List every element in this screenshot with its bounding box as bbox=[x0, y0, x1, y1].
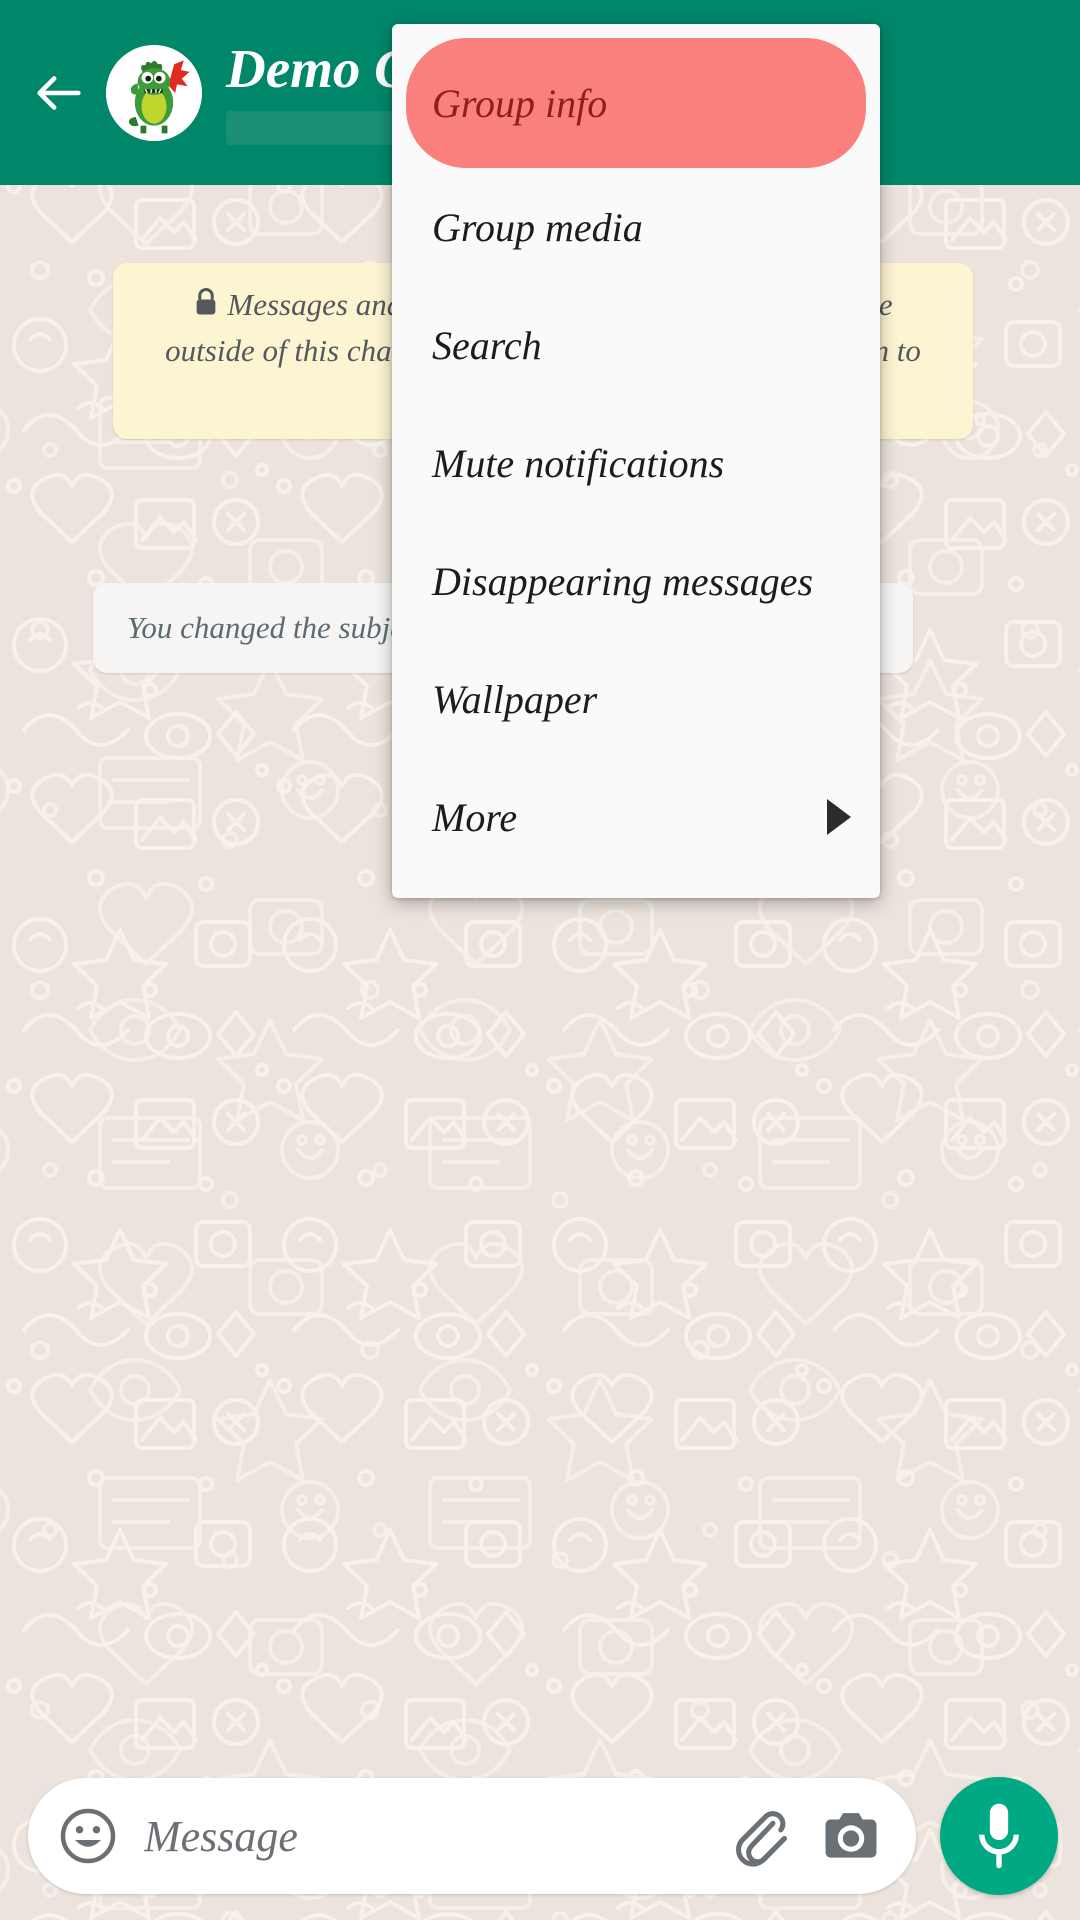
menu-item-label: Group media bbox=[432, 204, 643, 250]
menu-item-mute-notifications[interactable]: Mute notifications bbox=[392, 404, 880, 522]
menu-item-label: Mute notifications bbox=[432, 440, 725, 486]
back-button[interactable] bbox=[22, 56, 96, 130]
emoji-smiley-icon[interactable] bbox=[58, 1806, 118, 1866]
menu-item-wallpaper[interactable]: Wallpaper bbox=[392, 640, 880, 758]
voice-record-button[interactable] bbox=[940, 1777, 1058, 1895]
menu-item-disappearing-messages[interactable]: Disappearing messages bbox=[392, 522, 880, 640]
whatsapp-chat-screen: Demo Group Messages and calls are end-to… bbox=[0, 0, 1080, 1920]
menu-item-label: Disappearing messages bbox=[432, 558, 814, 604]
menu-item-label: Group info bbox=[432, 80, 608, 126]
triangle-right-icon bbox=[824, 799, 854, 835]
message-input-pill[interactable]: Message bbox=[28, 1778, 916, 1894]
menu-item-label: More bbox=[432, 794, 518, 840]
menu-item-group-info[interactable]: Group info bbox=[406, 38, 866, 168]
arrow-left-icon bbox=[37, 75, 81, 110]
search-input[interactable]: Message bbox=[144, 1811, 728, 1862]
camera-icon[interactable] bbox=[820, 1808, 882, 1864]
lock-icon bbox=[193, 285, 219, 329]
menu-item-label: Wallpaper bbox=[432, 676, 598, 722]
group-avatar-dinosaur-icon bbox=[106, 44, 202, 141]
menu-item-group-media[interactable]: Group media bbox=[392, 168, 880, 286]
menu-item-more[interactable]: More bbox=[392, 758, 880, 876]
avatar[interactable] bbox=[106, 44, 202, 141]
paperclip-icon[interactable] bbox=[728, 1803, 790, 1869]
microphone-icon bbox=[979, 1803, 1019, 1869]
message-composer: Message bbox=[0, 1770, 1080, 1920]
header-subtitle-placeholder bbox=[226, 111, 406, 146]
menu-item-search[interactable]: Search bbox=[392, 286, 880, 404]
overflow-menu[interactable]: Group info Group media Search Mute notif… bbox=[392, 24, 880, 898]
menu-item-label: Search bbox=[432, 322, 542, 368]
